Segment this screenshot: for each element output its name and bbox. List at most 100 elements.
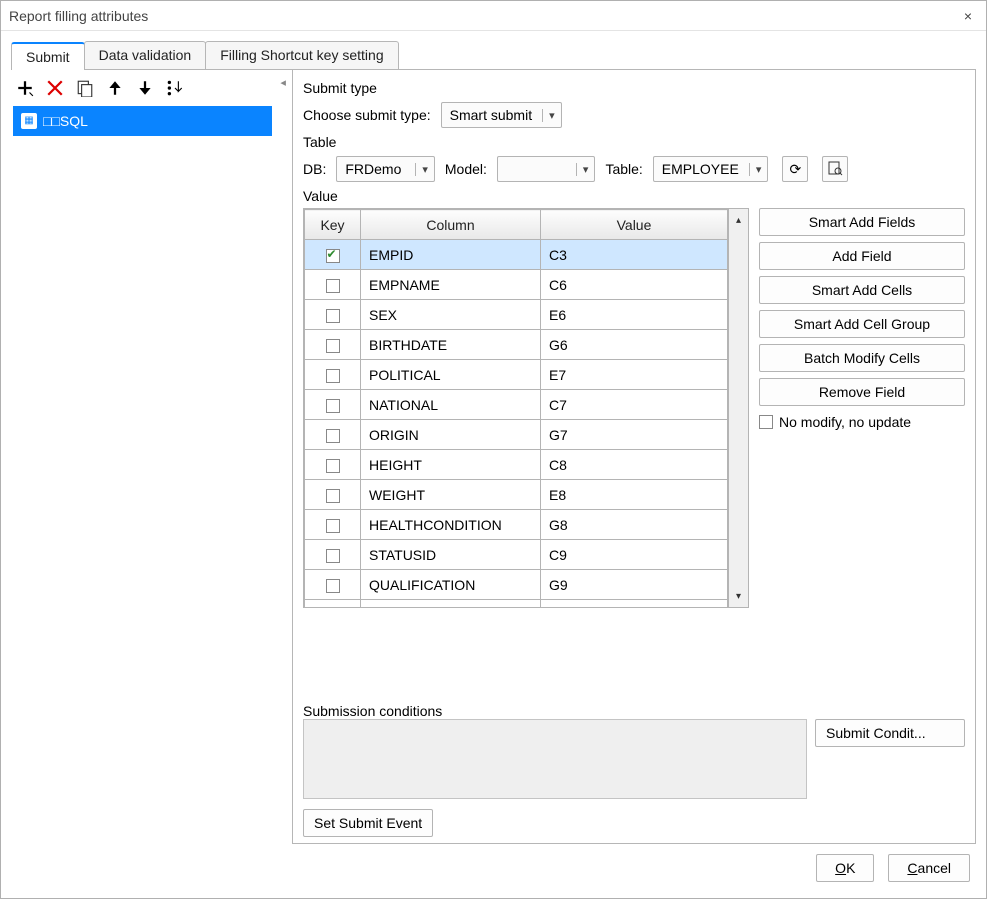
table-row[interactable]: BIRTHDATEG6 [305, 330, 728, 360]
cell-value: E8 [541, 480, 728, 510]
key-checkbox[interactable] [326, 579, 340, 593]
left-toolbar [12, 71, 273, 105]
model-combo[interactable]: ▾ [497, 156, 596, 182]
choose-submit-type-label: Choose submit type: [303, 107, 431, 123]
refresh-icon: ⟳ [789, 161, 801, 178]
table-label: Table: [605, 161, 642, 177]
cancel-button[interactable]: Cancel [888, 854, 970, 882]
submission-conditions-label: Submission conditions [303, 703, 965, 719]
submit-type-label: Submit type [303, 80, 965, 96]
table-row[interactable]: WEIGHTE8 [305, 480, 728, 510]
col-column: Column [361, 210, 541, 240]
move-up-icon[interactable] [106, 79, 124, 97]
table-combo[interactable]: EMPLOYEE ▾ [653, 156, 769, 182]
table-row[interactable]: SEXE6 [305, 300, 728, 330]
add-icon[interactable] [16, 79, 34, 97]
cell-value: C6 [541, 270, 728, 300]
key-checkbox[interactable] [326, 429, 340, 443]
tree-item-label: □□SQL [43, 113, 88, 129]
set-submit-event-button[interactable]: Set Submit Event [303, 809, 433, 837]
no-modify-checkbox[interactable] [759, 415, 773, 429]
cell-column: POLITICAL [361, 360, 541, 390]
delete-icon[interactable] [46, 79, 64, 97]
tree-item-sql[interactable]: ▦ □□SQL [13, 106, 272, 136]
key-checkbox[interactable] [326, 549, 340, 563]
cell-value: C7 [541, 390, 728, 420]
key-checkbox[interactable] [326, 279, 340, 293]
remove-field-button[interactable]: Remove Field [759, 378, 965, 406]
table-row[interactable]: HEALTHCONDITIONG8 [305, 510, 728, 540]
table-row[interactable]: EMPNAMEC6 [305, 270, 728, 300]
table-section-label: Table [303, 134, 965, 150]
key-checkbox[interactable] [326, 489, 340, 503]
copy-icon[interactable] [76, 79, 94, 97]
key-checkbox[interactable] [326, 399, 340, 413]
tree: ▦ □□SQL [12, 105, 273, 843]
table-row[interactable]: HEIGHTC8 [305, 450, 728, 480]
table-row[interactable]: ORIGING7 [305, 420, 728, 450]
ok-button[interactable]: OK [816, 854, 874, 882]
submit-type-combo[interactable]: Smart submit ▾ [441, 102, 562, 128]
scroll-down-icon[interactable]: ▾ [729, 585, 748, 607]
cell-value: G8 [541, 510, 728, 540]
tab-submit[interactable]: Submit [11, 42, 85, 70]
preview-button[interactable] [822, 156, 848, 182]
table-row[interactable]: EMPIDC3 [305, 240, 728, 270]
scroll-track[interactable] [729, 231, 748, 585]
sort-icon[interactable] [166, 79, 184, 97]
right-pane: Submit type Choose submit type: Smart su… [292, 70, 976, 844]
cell-value: C8 [541, 450, 728, 480]
splitter-handle[interactable]: ◂ [280, 70, 286, 844]
cell-value: E7 [541, 360, 728, 390]
submission-conditions-box[interactable] [303, 719, 807, 799]
table-value: EMPLOYEE [662, 161, 749, 177]
chevron-down-icon: ▾ [415, 163, 428, 176]
scroll-up-icon[interactable]: ▴ [729, 209, 748, 231]
scrollbar[interactable]: ▴ ▾ [728, 209, 748, 607]
smart-add-cell-group-button[interactable]: Smart Add Cell Group [759, 310, 965, 338]
cell-column: SCHOOL [361, 600, 541, 608]
col-value: Value [541, 210, 728, 240]
key-checkbox[interactable] [326, 309, 340, 323]
left-pane: ▦ □□SQL [11, 70, 274, 844]
cell-value: G7 [541, 420, 728, 450]
cell-column: ORIGIN [361, 420, 541, 450]
submit-condition-button[interactable]: Submit Condit... [815, 719, 965, 747]
no-modify-label: No modify, no update [779, 414, 911, 430]
batch-modify-cells-button[interactable]: Batch Modify Cells [759, 344, 965, 372]
value-grid[interactable]: Key Column Value EMPIDC3EMPNAMEC6SEXE6BI… [304, 209, 728, 607]
move-down-icon[interactable] [136, 79, 154, 97]
key-checkbox[interactable] [326, 249, 340, 263]
cell-column: EMPID [361, 240, 541, 270]
table-row[interactable]: POLITICALE7 [305, 360, 728, 390]
cell-value: C3 [541, 240, 728, 270]
close-icon[interactable]: × [958, 6, 978, 26]
tab-data-validation[interactable]: Data validation [84, 41, 207, 69]
cell-value: E6 [541, 300, 728, 330]
cell-value: C9 [541, 540, 728, 570]
db-value: FRDemo [345, 161, 415, 177]
smart-add-fields-button[interactable]: Smart Add Fields [759, 208, 965, 236]
table-row[interactable]: SCHOOLC10 [305, 600, 728, 608]
cell-value: G6 [541, 330, 728, 360]
smart-add-cells-button[interactable]: Smart Add Cells [759, 276, 965, 304]
db-label: DB: [303, 161, 326, 177]
key-checkbox[interactable] [326, 369, 340, 383]
table-row[interactable]: STATUSIDC9 [305, 540, 728, 570]
table-row[interactable]: QUALIFICATIONG9 [305, 570, 728, 600]
window-title: Report filling attributes [9, 8, 148, 24]
key-checkbox[interactable] [326, 459, 340, 473]
cell-column: SEX [361, 300, 541, 330]
tab-shortcut-key[interactable]: Filling Shortcut key setting [205, 41, 398, 69]
cell-column: HEALTHCONDITION [361, 510, 541, 540]
cell-column: QUALIFICATION [361, 570, 541, 600]
db-combo[interactable]: FRDemo ▾ [336, 156, 435, 182]
key-checkbox[interactable] [326, 339, 340, 353]
refresh-button[interactable]: ⟳ [782, 156, 808, 182]
add-field-button[interactable]: Add Field [759, 242, 965, 270]
side-actions: Smart Add Fields Add Field Smart Add Cel… [759, 208, 965, 693]
chevron-down-icon: ▾ [749, 163, 762, 176]
chevron-down-icon: ▾ [576, 163, 589, 176]
key-checkbox[interactable] [326, 519, 340, 533]
table-row[interactable]: NATIONALC7 [305, 390, 728, 420]
